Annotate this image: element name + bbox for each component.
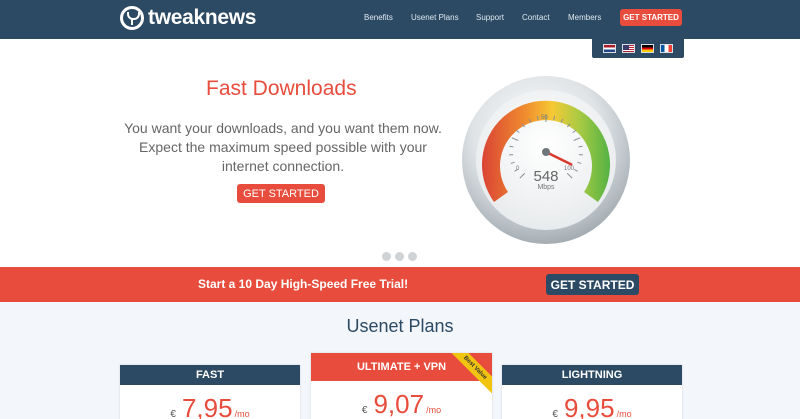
slider-dot[interactable] <box>408 252 417 261</box>
top-navbar: tweaknews Benefits Usenet Plans Support … <box>0 0 800 39</box>
hero-get-started-button[interactable]: GET STARTED <box>237 184 325 203</box>
gauge-speed-value: 548 <box>533 168 559 185</box>
german-flag-icon[interactable] <box>641 44 654 53</box>
hero-line-1: You want your downloads, and you want th… <box>124 120 442 136</box>
nav-usenet-plans[interactable]: Usenet Plans <box>411 13 459 22</box>
best-value-ribbon: Best Value <box>450 353 492 395</box>
currency-symbol: € <box>170 409 176 419</box>
nav-get-started-button[interactable]: GET STARTED <box>620 9 682 26</box>
french-flag-icon[interactable] <box>660 44 673 53</box>
nav-members[interactable]: Members <box>568 13 601 22</box>
price-amount: 7,95 <box>181 393 233 419</box>
plan-price: € 9,95 /mo <box>502 393 682 419</box>
gauge-hub <box>542 148 550 156</box>
slider-dot[interactable] <box>395 252 404 261</box>
price-amount: 9,95 <box>563 393 615 419</box>
nav-benefits[interactable]: Benefits <box>364 13 393 22</box>
free-trial-text: Start a 10 Day High-Speed Free Trial! <box>198 277 409 291</box>
plan-card-fast[interactable]: FAST € 7,95 /mo <box>120 365 300 419</box>
plan-name: LIGHTNING <box>502 365 682 385</box>
language-selector <box>592 39 684 58</box>
nav-contact[interactable]: Contact <box>522 13 550 22</box>
hero-line-2: Expect the maximum speed possible with y… <box>139 139 427 155</box>
tweaknews-logo-icon <box>120 6 144 30</box>
plans-section-title: Usenet Plans <box>346 316 454 336</box>
speed-gauge: 0 50 100 548 Mbps <box>460 76 632 244</box>
plan-price: € 7,95 /mo <box>120 393 300 419</box>
brand-logo[interactable]: tweaknews <box>120 6 256 30</box>
best-value-badge: Best Value <box>450 353 492 395</box>
gauge-label-50: 50 <box>541 115 548 121</box>
price-amount: 9,07 <box>373 389 425 419</box>
us-flag-icon[interactable] <box>622 44 635 53</box>
trial-get-started-button[interactable]: GET STARTED <box>546 274 639 295</box>
gauge-tick <box>509 145 514 148</box>
slider-dot[interactable] <box>382 252 391 261</box>
free-trial-banner: Start a 10 Day High-Speed Free Trial! <box>0 267 800 302</box>
brand-name: tweaknews <box>148 6 257 29</box>
price-period: /mo <box>234 409 250 419</box>
price-period: /mo <box>616 409 632 419</box>
gauge-speed-unit: Mbps <box>537 184 555 191</box>
slider-dots <box>382 252 417 261</box>
plan-card-lightning[interactable]: LIGHTNING € 9,95 /mo <box>502 365 682 419</box>
currency-symbol: € <box>552 409 558 419</box>
hero-description: You want your downloads, and you want th… <box>118 119 448 176</box>
nav-support[interactable]: Support <box>476 13 504 22</box>
plan-name: FAST <box>120 365 300 385</box>
hero-line-3: internet connection. <box>221 158 345 174</box>
price-period: /mo <box>426 405 442 415</box>
plan-card-ultimate-vpn[interactable]: ULTIMATE + VPN € 9,07 /mo Best Value <box>311 353 492 419</box>
speed-gauge-graphic: 0 50 100 <box>462 76 630 244</box>
gauge-tick <box>578 145 583 148</box>
currency-symbol: € <box>361 405 368 416</box>
dutch-flag-icon[interactable] <box>603 44 616 53</box>
hero-title: Fast Downloads <box>206 77 357 100</box>
